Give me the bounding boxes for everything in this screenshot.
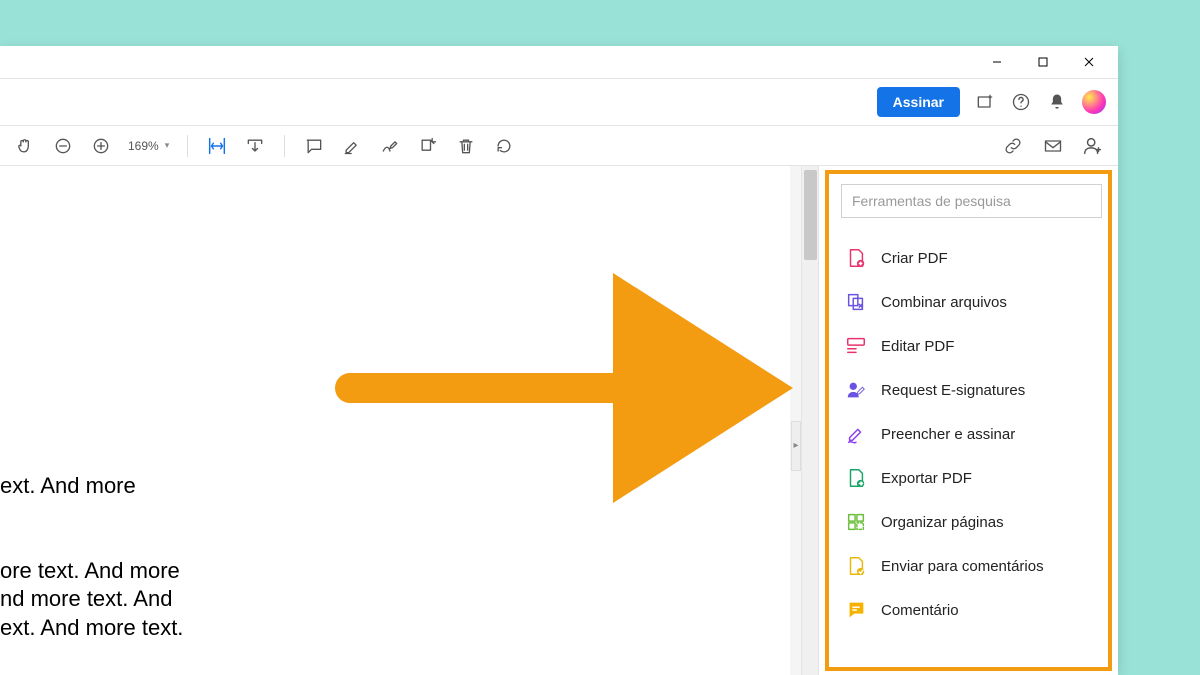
scrollbar-thumb[interactable]	[804, 170, 817, 260]
tool-comment[interactable]: Comentário	[841, 588, 1102, 632]
email-icon[interactable]	[1038, 131, 1068, 161]
sign-draw-icon[interactable]	[375, 131, 405, 161]
tool-create-pdf[interactable]: Criar PDF	[841, 236, 1102, 280]
window-maximize-button[interactable]	[1020, 48, 1066, 76]
highlight-icon[interactable]	[337, 131, 367, 161]
zoom-out-icon[interactable]	[48, 131, 78, 161]
fit-page-icon[interactable]	[240, 131, 270, 161]
tool-fill-sign[interactable]: Preencher e assinar	[841, 412, 1102, 456]
doc-text-line: ext. And more	[0, 472, 790, 501]
send-comments-icon	[845, 555, 867, 577]
zoom-level-dropdown[interactable]: 169% ▾	[124, 139, 173, 153]
notifications-icon[interactable]	[1046, 91, 1068, 113]
tool-label: Request E-signatures	[881, 382, 1025, 399]
create-pdf-icon	[845, 247, 867, 269]
tool-label: Comentário	[881, 602, 959, 619]
tool-organize-pages[interactable]: Organizar páginas	[841, 500, 1102, 544]
tool-request-signatures[interactable]: Request E-signatures	[841, 368, 1102, 412]
chevron-down-icon: ▾	[165, 140, 170, 151]
app-window: Assinar 169% ▾	[0, 46, 1118, 675]
document-viewer[interactable]: ext. And more ore text. And more nd more…	[0, 166, 818, 675]
comment-note-icon[interactable]	[299, 131, 329, 161]
tool-label: Editar PDF	[881, 338, 954, 355]
edit-pdf-icon	[845, 335, 867, 357]
vertical-scrollbar[interactable]	[801, 166, 818, 675]
tool-label: Criar PDF	[881, 250, 948, 267]
tool-combine-files[interactable]: Combinar arquivos	[841, 280, 1102, 324]
tools-panel: Criar PDF Combinar arquivos Editar PDF	[818, 166, 1118, 675]
document-page: ext. And more ore text. And more nd more…	[0, 166, 790, 675]
tool-label: Preencher e assinar	[881, 426, 1015, 443]
doc-text-line: ext. And more text.	[0, 614, 790, 643]
delete-icon[interactable]	[451, 131, 481, 161]
window-titlebar	[0, 46, 1118, 78]
request-sign-icon	[845, 379, 867, 401]
toolbar-separator	[187, 135, 188, 157]
zoom-in-icon[interactable]	[86, 131, 116, 161]
top-app-bar: Assinar	[0, 78, 1118, 126]
tool-label: Combinar arquivos	[881, 294, 1007, 311]
tools-search-input[interactable]	[841, 184, 1102, 218]
hand-tool-icon[interactable]	[10, 131, 40, 161]
doc-text-line: nd more text. And	[0, 585, 790, 614]
stamp-icon[interactable]	[413, 131, 443, 161]
help-icon[interactable]	[1010, 91, 1032, 113]
panel-collapse-handle[interactable]: ▸	[791, 421, 801, 471]
zoom-value: 169%	[128, 139, 159, 153]
comment-icon	[845, 599, 867, 621]
tool-send-comments[interactable]: Enviar para comentários	[841, 544, 1102, 588]
organize-pages-icon	[845, 511, 867, 533]
combine-files-icon	[845, 291, 867, 313]
tool-label: Organizar páginas	[881, 514, 1004, 531]
share-app-icon[interactable]	[974, 91, 996, 113]
fit-width-icon[interactable]	[202, 131, 232, 161]
window-minimize-button[interactable]	[974, 48, 1020, 76]
doc-text-line: ore text. And more	[0, 557, 790, 586]
add-reviewer-icon[interactable]	[1078, 131, 1108, 161]
tool-export-pdf[interactable]: Exportar PDF	[841, 456, 1102, 500]
sign-in-button[interactable]: Assinar	[877, 87, 960, 117]
tool-label: Exportar PDF	[881, 470, 972, 487]
rotate-icon[interactable]	[489, 131, 519, 161]
tool-edit-pdf[interactable]: Editar PDF	[841, 324, 1102, 368]
tool-list: Criar PDF Combinar arquivos Editar PDF	[841, 236, 1102, 632]
window-close-button[interactable]	[1066, 48, 1112, 76]
link-share-icon[interactable]	[998, 131, 1028, 161]
export-pdf-icon	[845, 467, 867, 489]
doc-blank-line	[0, 501, 790, 557]
workspace: ext. And more ore text. And more nd more…	[0, 166, 1118, 675]
fill-sign-icon	[845, 423, 867, 445]
toolbar-separator	[284, 135, 285, 157]
tool-label: Enviar para comentários	[881, 558, 1044, 575]
document-toolbar: 169% ▾	[0, 126, 1118, 166]
user-avatar[interactable]	[1082, 90, 1106, 114]
